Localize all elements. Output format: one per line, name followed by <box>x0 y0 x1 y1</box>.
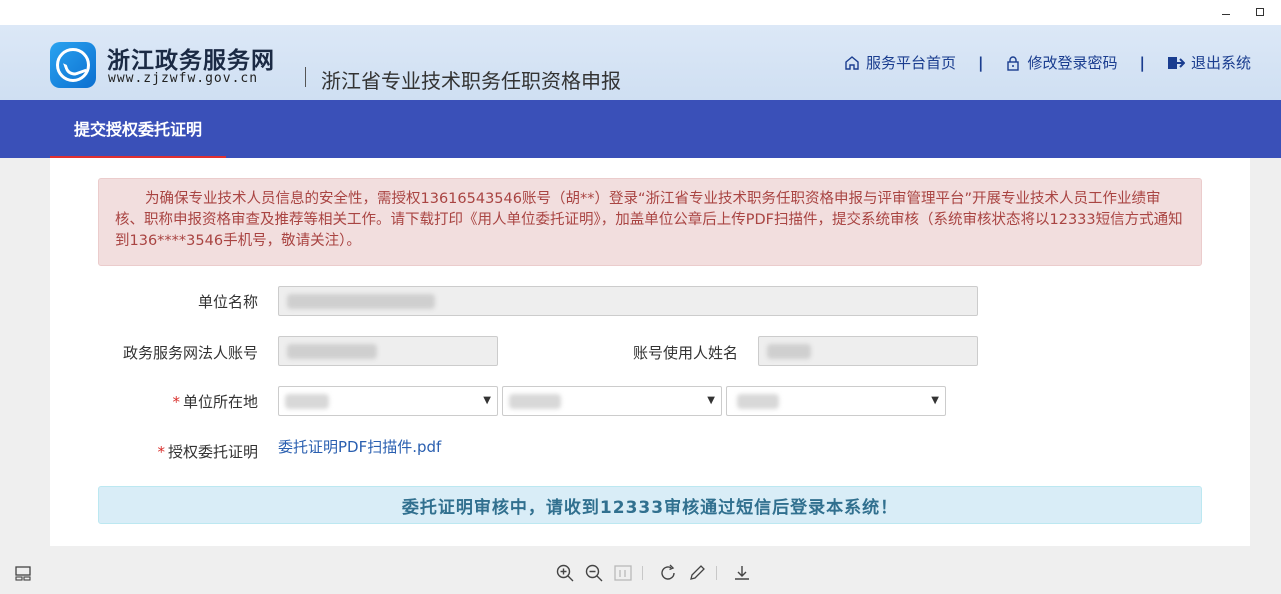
chevron-down-icon: ▼ <box>707 395 715 406</box>
logout-label: 退出系统 <box>1190 54 1251 72</box>
link-separator: | <box>1139 53 1145 72</box>
minimize-icon <box>1222 13 1230 15</box>
toolbar-divider <box>716 566 717 580</box>
unit-name-label: 单位名称 <box>197 293 258 311</box>
zoom-in-icon <box>556 564 574 582</box>
actual-size-button[interactable] <box>612 562 634 584</box>
unit-name-field <box>278 286 978 316</box>
redacted-value <box>287 294 435 309</box>
account-user-label: 账号使用人姓名 <box>632 344 738 362</box>
actual-size-icon <box>614 565 632 581</box>
location-label-text: 单位所在地 <box>182 393 258 411</box>
redacted-value <box>737 394 779 409</box>
authorization-label-text: 授权委托证明 <box>167 443 258 461</box>
province-select[interactable]: ▼ <box>278 386 498 416</box>
authorization-file-link[interactable]: 委托证明PDF扫描件.pdf <box>278 436 441 457</box>
lock-icon <box>1007 55 1020 71</box>
top-links: 服务平台首页 | 修改登录密码 | 退出系统 <box>844 52 1251 73</box>
home-link[interactable]: 服务平台首页 <box>844 52 956 73</box>
change-password-label: 修改登录密码 <box>1027 54 1118 72</box>
change-password-link[interactable]: 修改登录密码 <box>1005 52 1118 73</box>
pencil-icon <box>690 565 705 580</box>
legal-account-label: 政务服务网法人账号 <box>122 344 258 362</box>
maximize-button[interactable] <box>1252 4 1268 20</box>
download-button[interactable] <box>731 562 753 584</box>
brand-name: 浙江政务服务网 <box>107 47 275 74</box>
redacted-value <box>509 394 561 409</box>
alert-text: 为确保专业技术人员信息的安全性，需授权13616543546账号（胡**）登录“… <box>115 191 1183 249</box>
redacted-value <box>767 344 811 359</box>
system-title: 浙江省专业技术职务任职资格申报 <box>321 69 621 93</box>
home-link-label: 服务平台首页 <box>865 54 956 72</box>
download-icon <box>735 566 749 580</box>
rotate-icon <box>661 564 675 580</box>
home-icon <box>845 55 859 70</box>
authorization-label: * 授权委托证明 <box>58 441 258 462</box>
maximize-icon <box>1256 8 1264 16</box>
required-mark: * <box>172 393 180 411</box>
review-notice: 委托证明审核中，请收到12333审核通过短信后登录本系统！ <box>98 486 1202 524</box>
district-select[interactable]: ▼ <box>726 386 946 416</box>
legal-account-field <box>278 336 498 366</box>
city-select[interactable]: ▼ <box>502 386 722 416</box>
account-user-field <box>758 336 978 366</box>
zoom-in-button[interactable] <box>554 562 576 584</box>
zoom-out-icon <box>585 564 603 582</box>
toolbar-divider <box>642 566 643 580</box>
link-separator: | <box>978 53 984 72</box>
main-content: 为确保专业技术人员信息的安全性，需授权13616543546账号（胡**）登录“… <box>50 158 1250 546</box>
redacted-value <box>287 344 377 359</box>
tab-submit-authorization[interactable]: 提交授权委托证明 <box>50 100 226 158</box>
chevron-down-icon: ▼ <box>931 395 939 406</box>
sidebar-toggle-button[interactable] <box>12 562 34 584</box>
annotate-button[interactable] <box>686 562 708 584</box>
rotate-button[interactable] <box>657 562 679 584</box>
site-header: 浙江政务服务网 www.zjzwfw.gov.cn 浙江省专业技术职务任职资格申… <box>0 25 1281 100</box>
chevron-down-icon: ▼ <box>483 395 491 406</box>
minimize-button[interactable] <box>1218 4 1234 20</box>
redacted-value <box>285 394 329 409</box>
window-titlebar <box>0 0 1281 25</box>
logout-icon <box>1167 56 1185 69</box>
brand-url: www.zjzwfw.gov.cn <box>108 71 259 86</box>
zoom-out-button[interactable] <box>583 562 605 584</box>
pdf-toolbar <box>0 552 1281 594</box>
location-label: * 单位所在地 <box>58 391 258 412</box>
brand-divider <box>305 67 306 87</box>
zjzwfw-logo-icon <box>50 42 96 88</box>
authorization-alert: 为确保专业技术人员信息的安全性，需授权13616543546账号（胡**）登录“… <box>98 178 1202 266</box>
sidebar-icon <box>15 566 31 581</box>
required-mark: * <box>157 443 165 461</box>
main-nav: 提交授权委托证明 <box>0 100 1281 158</box>
logout-link[interactable]: 退出系统 <box>1167 52 1251 73</box>
